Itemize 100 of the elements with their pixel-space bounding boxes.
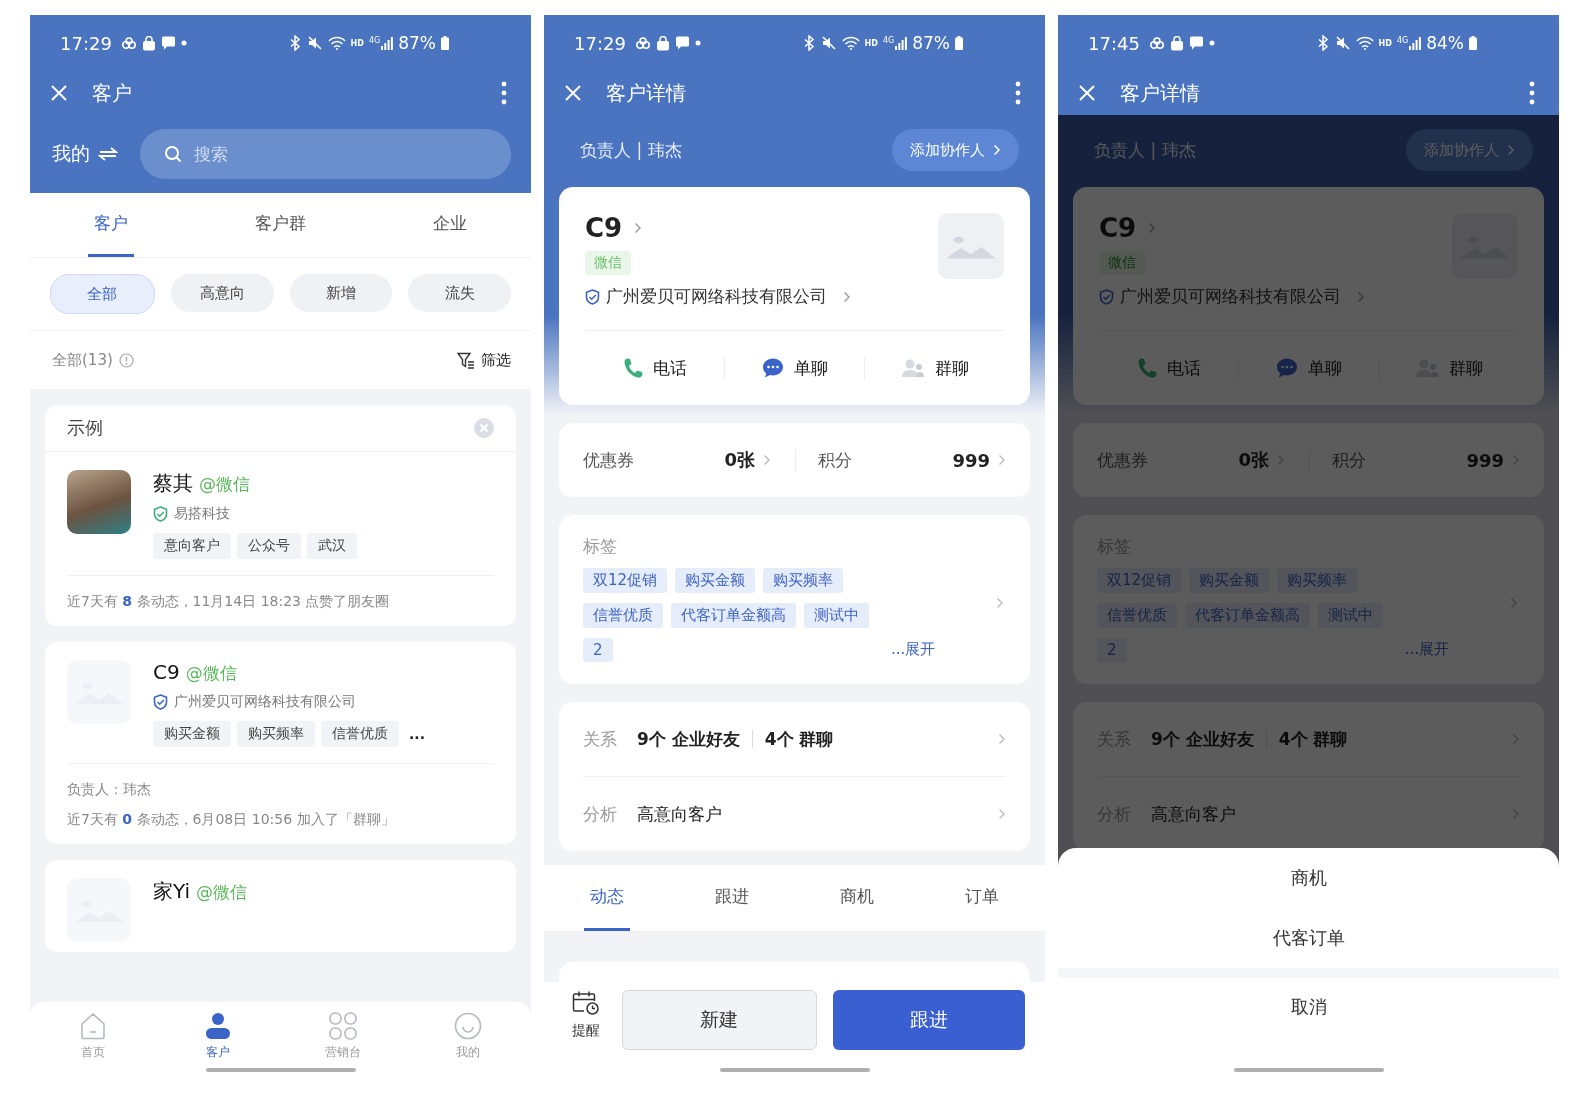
- search-field[interactable]: 搜索: [140, 129, 511, 179]
- filter-chip[interactable]: 全部: [50, 274, 155, 314]
- message-icon: [160, 36, 176, 50]
- dot-icon: [1208, 40, 1215, 46]
- chevron-icon[interactable]: [996, 597, 1004, 609]
- battery-icon: [1469, 36, 1477, 50]
- relation-value[interactable]: 4个 群聊: [764, 727, 834, 751]
- chat-bubble-icon: [1275, 357, 1298, 379]
- chevron-icon[interactable]: [1357, 290, 1365, 303]
- customer-card[interactable]: 家Yi @微信: [45, 860, 516, 952]
- scope-label[interactable]: 我的: [52, 141, 90, 167]
- message-icon: [674, 36, 690, 50]
- close-icon[interactable]: [1078, 84, 1096, 102]
- chevron-icon[interactable]: [1148, 222, 1157, 234]
- tag: 2: [583, 638, 613, 662]
- chevron-icon[interactable]: [634, 222, 643, 234]
- more-icon[interactable]: [1015, 81, 1021, 105]
- expand-link[interactable]: ...展开: [891, 640, 936, 662]
- tag: 购买频率: [237, 721, 315, 747]
- chevron-icon: [1512, 454, 1520, 466]
- tag: 购买金额: [675, 568, 756, 593]
- customer-name: C9: [1099, 213, 1137, 243]
- close-icon[interactable]: [50, 84, 68, 102]
- contact-action[interactable]: 单聊: [724, 356, 864, 380]
- cancel-option[interactable]: 取消: [1058, 978, 1559, 1036]
- chevron-icon[interactable]: [1510, 597, 1518, 609]
- status-time: 17:29: [60, 32, 112, 54]
- info-icon[interactable]: [118, 352, 134, 368]
- tag: 信誉优质: [321, 721, 399, 747]
- phone-icon: [1136, 357, 1157, 379]
- tab[interactable]: 企业: [427, 193, 474, 257]
- reminder-button[interactable]: 提醒: [566, 990, 606, 1040]
- signal-icon: [381, 36, 394, 50]
- filter-chip[interactable]: 流失: [408, 274, 511, 312]
- battery-percent: 84%: [1426, 33, 1464, 53]
- calendar-clock-icon: [572, 990, 600, 1016]
- new-button[interactable]: 新建: [622, 990, 817, 1050]
- tag: 双12促销: [583, 568, 668, 593]
- customer-name: C9: [585, 213, 623, 243]
- network-label: 4G: [368, 35, 381, 45]
- filter-icon[interactable]: [457, 351, 475, 369]
- section-title: 标签: [583, 536, 617, 556]
- chevron-icon[interactable]: [843, 290, 851, 303]
- tag: 测试中: [1318, 603, 1383, 628]
- filter-chip[interactable]: 新增: [289, 274, 393, 312]
- customer-name: 家Yi: [153, 878, 191, 905]
- chevron-icon: [1507, 144, 1515, 156]
- battery-icon: [955, 36, 963, 50]
- message-icon: [1188, 36, 1204, 50]
- tab[interactable]: 订单: [959, 865, 1006, 931]
- add-collaborator-button[interactable]: 添加协作人: [892, 129, 1019, 171]
- activity-text: 近7天有 8 条动态，11月14日 18:23 点赞了朋友圈: [67, 592, 391, 611]
- tag: 代客订单金额高: [1185, 603, 1310, 628]
- cloud-icon: [120, 37, 137, 49]
- image-placeholder-icon: [938, 213, 1004, 279]
- chevron-icon[interactable]: [1512, 733, 1520, 745]
- chevron-icon: [763, 454, 771, 466]
- owner-text: 负责人：玮杰: [67, 780, 152, 799]
- tab[interactable]: 跟进: [708, 865, 755, 931]
- sheet-option[interactable]: 商机: [1058, 848, 1559, 908]
- verified-shield-icon: [1099, 288, 1114, 305]
- more-tags-mark: ...: [408, 726, 425, 742]
- field-label: 分析: [583, 802, 617, 826]
- owner-text: 负责人 | 玮杰: [580, 138, 682, 162]
- status-time: 17:45: [1088, 32, 1140, 54]
- stat-item[interactable]: 优惠券 0张: [583, 448, 771, 472]
- company-name[interactable]: 广州爱贝可网络科技有限公司: [606, 285, 827, 308]
- tab[interactable]: 客户群: [249, 193, 312, 257]
- relation-value[interactable]: 9个 企业好友: [637, 727, 740, 751]
- more-icon[interactable]: [501, 81, 507, 105]
- phone-icon: [622, 357, 643, 379]
- analysis-value: 高意向客户: [637, 802, 722, 826]
- tags-card[interactable]: 标签 双12促销 购买金额 购买频率 信誉优质 代客订单金额高 测试中 2 ...展开: [559, 515, 1030, 684]
- more-icon[interactable]: [1529, 81, 1535, 105]
- chevron-icon[interactable]: [998, 733, 1006, 745]
- customer-card[interactable]: C9 @微信 广州爱贝可网络科技有限公司 购买金额 购买频率 信誉优质 ... 负责人：玮杰 近7天有 0 条动态，6月08日 10:56 加入了「群聊」: [45, 642, 516, 844]
- swap-icon[interactable]: [98, 146, 118, 162]
- network-label: 4G: [1396, 35, 1409, 45]
- tag: 购买金额: [1189, 568, 1270, 593]
- customer-card[interactable]: 示例 蔡其 @微信 易搭科技 意向客户 公众号 武汉 近7天有 8 条动态，11月14日 18:23 点赞了朋友圈: [45, 405, 516, 626]
- filter-link[interactable]: 筛选: [481, 350, 511, 370]
- tag: 公众号: [237, 533, 301, 559]
- close-icon[interactable]: [564, 84, 582, 102]
- filter-chip[interactable]: 高意向: [170, 274, 274, 312]
- contact-action[interactable]: 电话: [585, 356, 724, 380]
- tab[interactable]: 动态: [583, 865, 630, 931]
- page-title: 客户: [92, 79, 132, 107]
- sheet-option[interactable]: 代客订单: [1058, 908, 1559, 968]
- chevron-icon[interactable]: [1512, 808, 1520, 820]
- tag: 购买频率: [1277, 568, 1358, 593]
- company-name: 易搭科技: [174, 505, 230, 523]
- stat-item[interactable]: 积分 999: [795, 448, 1006, 472]
- field-label: 关系: [583, 727, 617, 751]
- chevron-icon[interactable]: [998, 808, 1006, 820]
- nav-item[interactable]: 客户: [187, 1012, 248, 1078]
- hd-label: HD: [864, 38, 878, 48]
- contact-action[interactable]: 群聊: [864, 356, 1004, 380]
- tab[interactable]: 商机: [834, 865, 881, 931]
- company-name: 广州爱贝可网络科技有限公司: [174, 693, 356, 711]
- follow-up-button[interactable]: 跟进: [832, 990, 1025, 1050]
